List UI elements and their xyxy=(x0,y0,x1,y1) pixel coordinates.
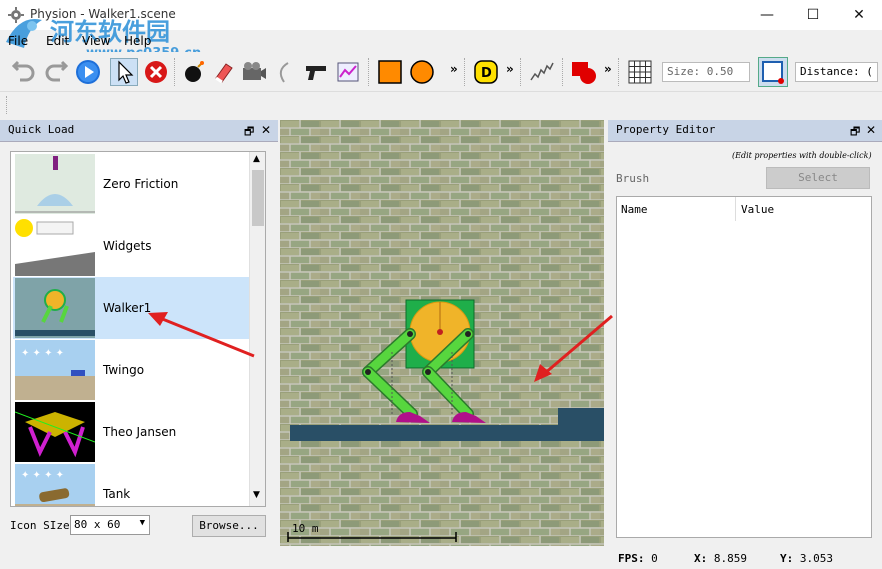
eraser-icon[interactable] xyxy=(210,58,238,86)
quick-load-list: Zero Friction Widgets Walker1 ✦ ✦ ✦ ✦ Tw… xyxy=(10,151,266,507)
snap-icon[interactable] xyxy=(758,57,788,87)
list-item-label: Twingo xyxy=(103,363,145,377)
list-item[interactable]: Theo Jansen xyxy=(13,401,249,463)
quick-load-title: Quick Load xyxy=(8,123,75,136)
scene-thumbnail xyxy=(15,278,95,338)
scroll-up-icon[interactable]: ▲ xyxy=(253,154,260,164)
minimize-button[interactable]: — xyxy=(744,0,790,30)
icon-size-select[interactable]: 80 x 60 ▼ xyxy=(70,515,150,535)
maximize-button[interactable]: ☐ xyxy=(790,0,836,30)
secondary-toolbar xyxy=(0,92,882,118)
icon-size-label: Icon SIze xyxy=(10,519,70,532)
scene-thumbnail: ✦ ✦ ✦ ✦ xyxy=(15,464,95,506)
svg-text:D: D xyxy=(481,66,492,81)
edit-hint: (Edit properties with double-click) xyxy=(732,151,872,160)
column-header-name[interactable]: Name xyxy=(621,203,648,216)
scene-thumbnail xyxy=(15,154,95,214)
toolbar-separator xyxy=(520,58,522,86)
list-item-selected[interactable]: Walker1 xyxy=(13,277,249,339)
property-table[interactable]: Name Value xyxy=(616,196,872,538)
bomb-icon[interactable] xyxy=(180,58,208,86)
size-spinbox[interactable]: Size: 0.50 xyxy=(662,62,750,82)
circle-icon[interactable] xyxy=(408,58,436,86)
toolbar-separator xyxy=(368,58,370,86)
scene-thumbnail: ✦ ✦ ✦ ✦ xyxy=(15,340,95,400)
y-coord-value: 3.053 xyxy=(799,552,833,565)
menu-view[interactable]: View xyxy=(82,34,110,48)
select-button[interactable]: Select xyxy=(766,167,870,189)
column-divider xyxy=(735,197,736,221)
property-editor-header: Property Editor xyxy=(608,120,882,142)
graph-icon[interactable] xyxy=(334,58,362,86)
overflow-chevron-icon[interactable]: » xyxy=(604,62,612,76)
icon-size-value: 80 x 60 xyxy=(74,518,121,531)
column-header-value[interactable]: Value xyxy=(741,203,774,216)
overflow-chevron-icon[interactable]: » xyxy=(450,62,458,76)
scene-thumbnail xyxy=(15,216,95,276)
scroll-down-icon[interactable]: ▼ xyxy=(253,490,260,500)
list-item-label: Theo Jansen xyxy=(103,425,177,439)
grid-icon[interactable] xyxy=(626,58,654,86)
scene-thumbnail xyxy=(15,402,95,462)
toolbar-separator xyxy=(174,58,176,86)
undo-icon[interactable] xyxy=(10,58,38,86)
browse-button[interactable]: Browse... xyxy=(192,515,266,537)
y-coord-label: Y: 3.053 xyxy=(780,552,833,565)
fps-label: FPS: 0 xyxy=(618,552,658,565)
toolbar-separator xyxy=(562,58,564,86)
svg-text:✦ ✦ ✦ ✦: ✦ ✦ ✦ ✦ xyxy=(21,470,64,481)
menu-file[interactable]: File xyxy=(8,34,28,48)
scale-label: 10 m xyxy=(292,522,319,535)
spring-icon[interactable] xyxy=(528,58,556,86)
x-coord-label: X: 8.859 xyxy=(694,552,747,565)
list-item[interactable]: ✦ ✦ ✦ ✦ Twingo xyxy=(13,339,249,401)
list-item-label: Tank xyxy=(103,487,131,501)
play-icon[interactable] xyxy=(74,58,102,86)
ground-block[interactable] xyxy=(290,425,604,441)
menu-edit[interactable]: Edit xyxy=(46,34,69,48)
toolbar-separator xyxy=(464,58,466,86)
float-icon[interactable]: 🗗 xyxy=(850,123,860,142)
list-item-label: Walker1 xyxy=(103,301,152,315)
fps-value: 0 xyxy=(651,552,658,565)
property-editor-title: Property Editor xyxy=(616,123,716,136)
overflow-chevron-icon[interactable]: » xyxy=(506,62,514,76)
list-item[interactable]: Widgets xyxy=(13,215,249,277)
list-item-label: Zero Friction xyxy=(103,177,179,191)
scrollbar-thumb[interactable] xyxy=(252,170,264,226)
toolbar-grip xyxy=(6,96,8,114)
close-icon[interactable]: ✕ xyxy=(866,123,876,137)
quick-load-header: Quick Load xyxy=(0,120,278,142)
scene-canvas[interactable]: 10 m xyxy=(280,120,604,546)
toolbar-separator xyxy=(618,58,620,86)
rope-icon[interactable] xyxy=(270,58,298,86)
menu-help[interactable]: Help xyxy=(124,34,151,48)
pointer-icon[interactable] xyxy=(110,58,138,86)
list-item-label: Widgets xyxy=(103,239,152,253)
camera-icon[interactable] xyxy=(240,58,268,86)
gun-icon[interactable] xyxy=(302,58,330,86)
brush-label: Brush xyxy=(616,172,650,185)
float-icon[interactable]: 🗗 xyxy=(244,123,254,142)
x-coord-value: 8.859 xyxy=(713,552,747,565)
close-icon[interactable]: ✕ xyxy=(261,123,271,137)
redo-icon[interactable] xyxy=(42,58,70,86)
list-item[interactable]: Zero Friction xyxy=(13,153,249,215)
delete-icon[interactable] xyxy=(142,58,170,86)
svg-text:✦ ✦ ✦ ✦: ✦ ✦ ✦ ✦ xyxy=(21,348,64,359)
square-icon[interactable] xyxy=(376,58,404,86)
list-scrollbar[interactable]: ▲ ▼ xyxy=(249,152,265,506)
shape-icon[interactable] xyxy=(570,58,598,86)
chevron-down-icon: ▼ xyxy=(139,518,145,528)
step-block[interactable] xyxy=(558,408,604,425)
list-item[interactable]: ✦ ✦ ✦ ✦ Tank xyxy=(13,463,249,506)
distance-spinbox[interactable]: Distance: ( xyxy=(795,62,878,82)
d-icon[interactable]: D xyxy=(472,58,500,86)
close-button[interactable]: ✕ xyxy=(836,0,882,30)
